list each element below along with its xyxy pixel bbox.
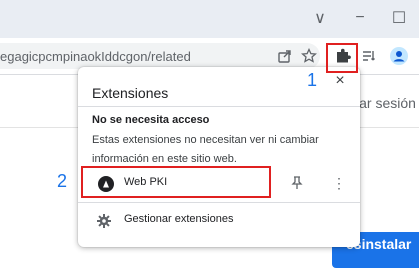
signin-link[interactable]: iar sesión [356,95,416,111]
chevron-down-icon: ∨ [314,10,326,27]
manage-extensions-label: Gestionar extensiones [124,213,234,225]
popup-title: Extensiones [92,85,169,101]
section-description: Estas extensiones no necesitan ver ni ca… [92,134,319,165]
address-bar[interactable]: egagicpcmpinaokIddcgon/related [0,43,320,69]
close-button[interactable]: × [331,72,349,90]
minimize-button[interactable]: − [342,4,378,32]
callout-number-1: 1 [307,70,318,90]
callout-number-2: 2 [57,171,68,191]
popup-divider [78,106,360,107]
more-options-icon[interactable]: ⋮ [331,173,347,193]
pin-icon[interactable] [289,173,305,193]
maximize-button[interactable]: ☐ [381,4,417,32]
bookmark-star-icon[interactable] [298,45,320,67]
url-text: egagicpcmpinaokIddcgon/related [0,49,191,64]
close-icon: × [335,72,345,89]
popup-divider [78,202,360,203]
highlight-box-extensions-button [326,43,358,73]
tab-search-chevron-icon[interactable]: ∨ [302,4,338,32]
manage-extensions-button[interactable]: Gestionar extensiones [86,205,352,235]
section-heading: No se necesita acceso [92,114,210,126]
maximize-icon: ☐ [391,10,407,27]
minimize-icon: − [355,9,365,26]
highlight-box-web-pki [81,166,271,198]
share-icon[interactable] [274,45,296,67]
title-bar: ∨ − ☐ [0,0,419,38]
profile-icon[interactable] [388,45,410,67]
reading-list-icon[interactable] [358,45,380,67]
more-icon-glyph: ⋮ [332,174,346,191]
gear-icon [96,213,112,229]
extensions-popup: Extensiones × No se necesita acceso Esta… [78,67,360,247]
